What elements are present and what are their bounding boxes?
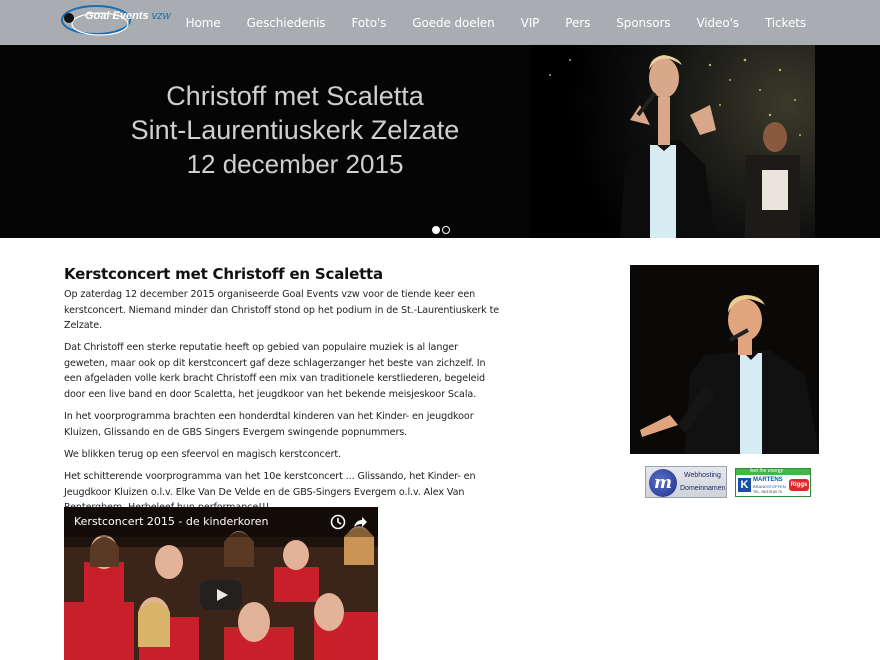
nav-item-geschiedenis[interactable]: Geschiedenis [247,16,326,30]
nav-item-tickets[interactable]: Tickets [765,16,806,30]
article-paragraph-1: Op zaterdag 12 december 2015 organiseerd… [64,289,500,332]
slider-dot-2[interactable] [442,226,450,234]
slider-dot-1[interactable] [432,226,440,234]
nav-item-home[interactable]: Home [186,16,221,30]
nav-item-goede-doelen[interactable]: Goede doelen [412,16,494,30]
sponsor-martens-phone: TEL. 09/378.80.76 [753,490,782,494]
sponsor-martens-logo: K [738,478,751,492]
nav-item-videos[interactable]: Video's [696,16,739,30]
sponsor-martens-sub: BRANDSTOFFEN [753,484,786,489]
singer-portrait-icon [630,265,819,454]
watch-later-icon[interactable] [330,514,346,530]
main-nav: Home Geschiedenis Foto's Goede doelen VI… [160,0,807,45]
sponsor-webhosting[interactable]: m Webhosting Domeinnamen [645,466,727,498]
video-embed[interactable]: Kerstconcert 2015 - de kinderkoren [64,507,378,660]
hero-title-line1: Christoff met Scaletta [166,81,424,111]
play-button[interactable] [200,580,242,610]
share-icon[interactable] [352,514,368,530]
article: Kerstconcert met Christoff en Scaletta O… [64,265,504,522]
sponsor-webhosting-logo: m [649,469,677,497]
site-logo[interactable]: Goal Events vzw [60,4,171,42]
site-header: Goal Events vzw Home Geschiedenis Foto's … [0,0,880,45]
sponsor-webhosting-line2: Domeinnamen [680,485,726,492]
sponsor-riggs-badge: Riggs [789,479,809,491]
singer-illustration-icon [549,55,801,238]
article-paragraph-2: Dat Christoff een sterke reputatie heeft… [64,342,486,401]
nav-item-vip[interactable]: VIP [521,16,540,30]
logo-text: Goal Events vzw [85,10,171,22]
nav-item-fotos[interactable]: Foto's [351,16,386,30]
hero-singer-photo [530,45,815,238]
sponsor-martens-name: MARTENS [753,477,783,483]
hero-slider[interactable]: Christoff met Scaletta Sint-Laurentiuske… [0,45,880,238]
sponsor-martens-banner: feel the energy [736,468,810,475]
nav-item-sponsors[interactable]: Sponsors [616,16,670,30]
article-paragraph-3: In het voorprogramma brachten een honder… [64,411,474,438]
sponsor-martens-tagline: feel the energy [750,468,784,474]
hero-title-line2: Sint-Laurentiuskerk Zelzate [130,115,460,145]
sponsor-webhosting-line1: Webhosting [684,472,721,479]
hero-title-date: 12 december 2015 [186,149,404,179]
video-title: Kerstconcert 2015 - de kinderkoren [74,515,269,528]
sidebar-singer-photo [630,265,819,454]
slider-dots [432,226,450,234]
sponsor-martens[interactable]: feel the energy K MARTENS BRANDSTOFFEN T… [735,468,811,497]
article-paragraph-4: We blikken terug op een sfeervol en magi… [64,448,341,460]
nav-item-pers[interactable]: Pers [565,16,590,30]
article-title: Kerstconcert met Christoff en Scaletta [64,265,383,283]
